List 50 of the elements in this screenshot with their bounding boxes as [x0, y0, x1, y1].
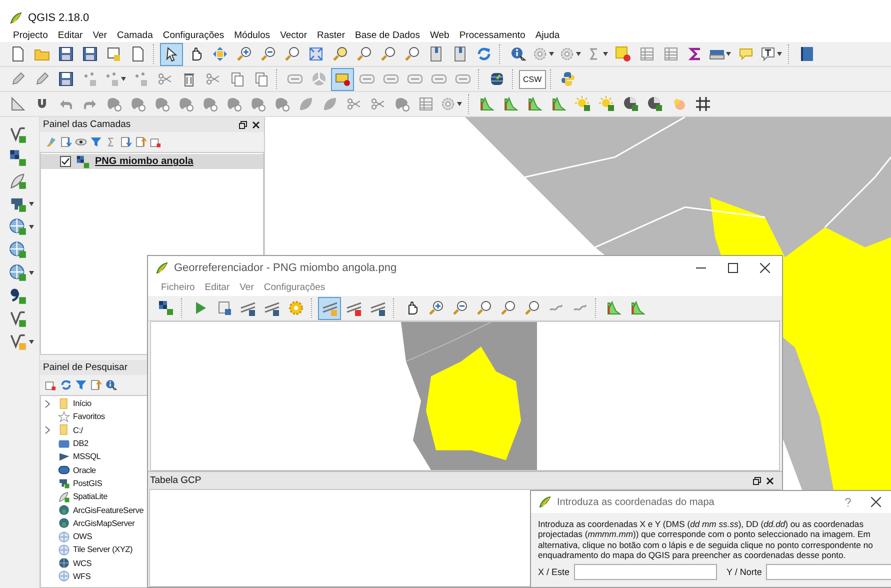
- browser-item[interactable]: PostGIS: [41, 476, 102, 490]
- browser-item-label: Oracle: [73, 466, 96, 475]
- menu-item[interactable]: Raster: [312, 30, 350, 40]
- menu-item[interactable]: Projecto: [8, 30, 53, 40]
- browser-item[interactable]: SpatiaLite: [41, 490, 108, 504]
- browser-item-label: WFS: [73, 572, 91, 581]
- browser-item[interactable]: Tile Server (XYZ): [41, 543, 133, 557]
- menu-item[interactable]: Processamento: [454, 30, 530, 40]
- browser-item[interactable]: ArcGisMapServer: [41, 516, 135, 530]
- csw-button[interactable]: CSW: [519, 70, 546, 88]
- browser-item-label: ArcGisFeatureServe: [73, 506, 144, 514]
- browser-item[interactable]: OWS: [41, 530, 92, 544]
- layer-row[interactable]: PNG miombo angola: [41, 154, 263, 169]
- menu-item[interactable]: Ver: [88, 30, 112, 40]
- browser-item[interactable]: WCS: [41, 556, 92, 570]
- browser-item-label: Favoritos: [73, 412, 105, 422]
- layer-name: PNG miombo angola: [95, 156, 194, 167]
- menu-item[interactable]: Ficheiro: [156, 282, 200, 293]
- browser-item[interactable]: Oracle: [41, 463, 96, 477]
- menu-item[interactable]: Ver: [234, 282, 259, 293]
- browser-item-label: PostGIS: [73, 478, 102, 488]
- browser-item-label: OWS: [73, 532, 92, 542]
- browser-item[interactable]: MSSQL: [41, 450, 101, 464]
- menu-item[interactable]: Camada: [112, 30, 158, 40]
- menu-item[interactable]: Ajuda: [530, 30, 565, 40]
- browser-item-label: SpatiaLite: [73, 492, 108, 502]
- browser-item[interactable]: ArcGisFeatureServe: [41, 503, 144, 517]
- menu-item[interactable]: Editar: [52, 30, 88, 40]
- menu-item[interactable]: Vector: [275, 30, 312, 40]
- browser-item[interactable]: Favoritos: [41, 410, 105, 424]
- menu-item[interactable]: Configurações: [158, 30, 230, 40]
- menu-item[interactable]: Web: [424, 30, 454, 40]
- panel-title: Tabela GCP: [150, 475, 202, 486]
- menu-item[interactable]: Base de Dados: [350, 30, 425, 40]
- browser-item-label: ArcGisMapServer: [73, 518, 135, 528]
- panel-title: Painel das Camadas: [43, 119, 131, 130]
- browser-item[interactable]: DB2: [41, 436, 88, 450]
- panel-title: Painel de Pesquisar: [43, 362, 128, 373]
- menu-item[interactable]: Editar: [200, 282, 235, 293]
- browser-item[interactable]: Início: [41, 396, 92, 410]
- browser-item-label: Tile Server (XYZ): [73, 545, 133, 554]
- window-title: QGIS 2.18.0: [28, 12, 90, 24]
- browser-item[interactable]: WFS: [41, 570, 91, 584]
- browser-item-label: MSSQL: [73, 452, 101, 462]
- browser-item-label: WCS: [73, 558, 92, 568]
- browser-item[interactable]: C:/: [41, 424, 83, 437]
- browser-item-label: C:/: [73, 426, 83, 435]
- browser-item-label: Início: [73, 399, 92, 408]
- browser-item-label: DB2: [73, 439, 88, 448]
- menu-item[interactable]: Módulos: [229, 30, 276, 40]
